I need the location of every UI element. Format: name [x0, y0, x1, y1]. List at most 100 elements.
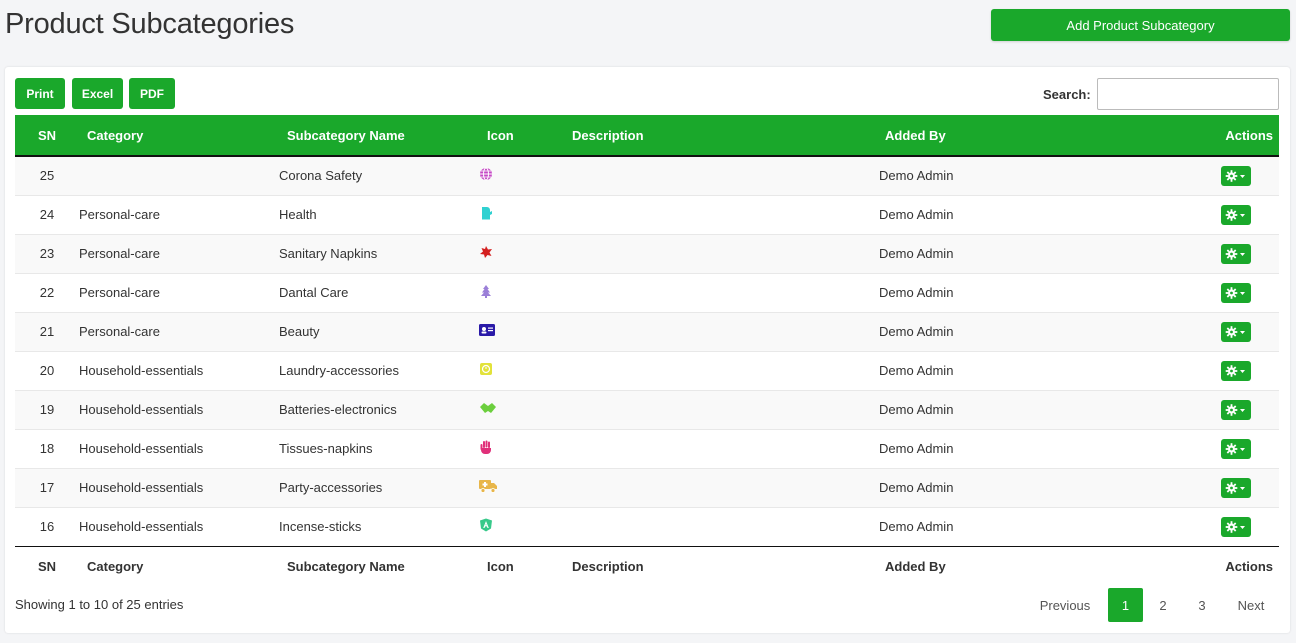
row-sn: 20 — [39, 363, 55, 378]
row-added-by: Demo Admin — [879, 519, 954, 534]
row-subcategory-name: Sanitary Napkins — [279, 246, 378, 261]
pdf-button[interactable]: PDF — [129, 78, 175, 109]
row-added-by: Demo Admin — [879, 441, 954, 456]
table-header-row: SN Category Subcategory Name Icon Descri… — [15, 115, 1279, 157]
row-description — [572, 390, 879, 429]
row-added-by: Demo Admin — [879, 402, 954, 417]
row-category: Personal-care — [79, 285, 160, 300]
header-added-by[interactable]: Added By — [879, 115, 1076, 157]
row-actions — [1076, 195, 1279, 234]
print-button[interactable]: Print — [15, 78, 65, 109]
row-added-by: Demo Admin — [879, 285, 954, 300]
row-added-by: Demo Admin — [879, 168, 954, 184]
table-row: 17 Household-essentials Party-accessorie… — [15, 468, 1279, 507]
footer-actions: Actions — [1225, 559, 1273, 575]
table-row: 20 Household-essentials Laundry-accessor… — [15, 351, 1279, 390]
row-description — [572, 429, 879, 468]
row-sn: 25 — [39, 168, 55, 184]
row-icon-cell — [479, 507, 572, 546]
excel-button[interactable]: Excel — [72, 78, 123, 109]
row-actions — [1076, 312, 1279, 351]
row-actions — [1076, 390, 1279, 429]
row-icon-cell — [479, 429, 572, 468]
row-added-by: Demo Admin — [879, 480, 954, 495]
row-category: Personal-care — [79, 246, 160, 261]
pagination-page-1[interactable]: 1 — [1108, 588, 1143, 622]
row-category: Household-essentials — [79, 402, 204, 417]
row-actions — [1076, 273, 1279, 312]
pagination-page-3[interactable]: 3 — [1186, 588, 1218, 622]
row-icon-cell — [479, 390, 572, 429]
row-subcategory-name: Laundry-accessories — [279, 363, 399, 378]
clock-icon — [479, 362, 493, 376]
table-row: 23 Personal-care Sanitary Napkins Demo A… — [15, 234, 1279, 273]
pagination-next[interactable]: Next — [1227, 588, 1275, 622]
row-actions — [1076, 234, 1279, 273]
actions-gear-dropdown-button[interactable] — [1221, 204, 1251, 225]
table-row: 18 Household-essentials Tissues-napkins … — [15, 429, 1279, 468]
row-added-by: Demo Admin — [879, 324, 954, 339]
actions-gear-dropdown-button[interactable] — [1221, 438, 1251, 459]
actions-gear-dropdown-button[interactable] — [1221, 516, 1251, 537]
table-row: 21 Personal-care Beauty Demo Admin — [15, 312, 1279, 351]
actions-gear-dropdown-button[interactable] — [1221, 282, 1251, 303]
angular-icon — [479, 518, 493, 532]
table-row: 19 Household-essentials Batteries-electr… — [15, 390, 1279, 429]
actions-gear-dropdown-button[interactable] — [1221, 243, 1251, 264]
row-icon-cell — [479, 234, 572, 273]
row-subcategory-name: Party-accessories — [279, 480, 383, 495]
row-actions — [1076, 507, 1279, 546]
row-description — [572, 234, 879, 273]
row-sn: 22 — [39, 285, 55, 300]
header-subcategory-name[interactable]: Subcategory Name — [279, 115, 479, 157]
actions-gear-dropdown-button[interactable] — [1221, 360, 1251, 381]
row-description — [572, 507, 879, 546]
row-icon-cell — [479, 156, 572, 195]
footer-added-by: Added By — [885, 559, 946, 575]
actions-gear-dropdown-button[interactable] — [1221, 321, 1251, 342]
footer-description: Description — [572, 559, 644, 575]
row-sn: 16 — [39, 519, 55, 534]
header-category[interactable]: Category — [79, 115, 279, 157]
actions-gear-dropdown-button[interactable] — [1221, 165, 1251, 186]
row-added-by: Demo Admin — [879, 207, 954, 222]
header-sn[interactable]: SN — [15, 115, 79, 157]
row-subcategory-name: Incense-sticks — [279, 519, 362, 534]
subcategories-table: SN Category Subcategory Name Icon Descri… — [15, 115, 1279, 587]
starburst-icon — [479, 245, 493, 259]
actions-gear-dropdown-button[interactable] — [1221, 399, 1251, 420]
entries-info: Showing 1 to 10 of 25 entries — [15, 597, 184, 612]
table-row: 16 Household-essentials Incense-sticks D… — [15, 507, 1279, 546]
row-actions — [1076, 468, 1279, 507]
row-added-by: Demo Admin — [879, 246, 954, 261]
row-category: Household-essentials — [79, 363, 204, 378]
footer-category: Category — [87, 559, 144, 575]
header-icon[interactable]: Icon — [479, 115, 572, 157]
actions-gear-dropdown-button[interactable] — [1221, 477, 1251, 498]
row-category — [79, 156, 279, 195]
row-sn: 23 — [39, 246, 55, 261]
table-row: 24 Personal-care Health Demo Admin — [15, 195, 1279, 234]
id-card-icon — [479, 324, 495, 336]
pagination-previous[interactable]: Previous — [1030, 588, 1100, 622]
row-description — [572, 351, 879, 390]
add-product-subcategory-button[interactable]: Add Product Subcategory — [991, 9, 1290, 41]
header-actions: Actions — [1076, 115, 1279, 157]
row-description — [572, 156, 879, 195]
row-icon-cell — [479, 273, 572, 312]
row-sn: 24 — [39, 207, 55, 222]
footer-subcategory-name: Subcategory Name — [287, 559, 405, 575]
row-description — [572, 312, 879, 351]
table-row: 22 Personal-care Dantal Care Demo Admin — [15, 273, 1279, 312]
row-category: Household-essentials — [79, 480, 204, 495]
search-label: Search: — [1043, 87, 1091, 102]
pagination-page-2[interactable]: 2 — [1147, 588, 1179, 622]
row-description — [572, 273, 879, 312]
row-icon-cell — [479, 195, 572, 234]
search-input[interactable] — [1097, 78, 1279, 110]
header-description[interactable]: Description — [572, 115, 879, 157]
page-title: Product Subcategories — [5, 8, 295, 40]
hand-icon — [479, 440, 493, 454]
row-category: Household-essentials — [79, 441, 204, 456]
row-sn: 19 — [39, 402, 55, 417]
